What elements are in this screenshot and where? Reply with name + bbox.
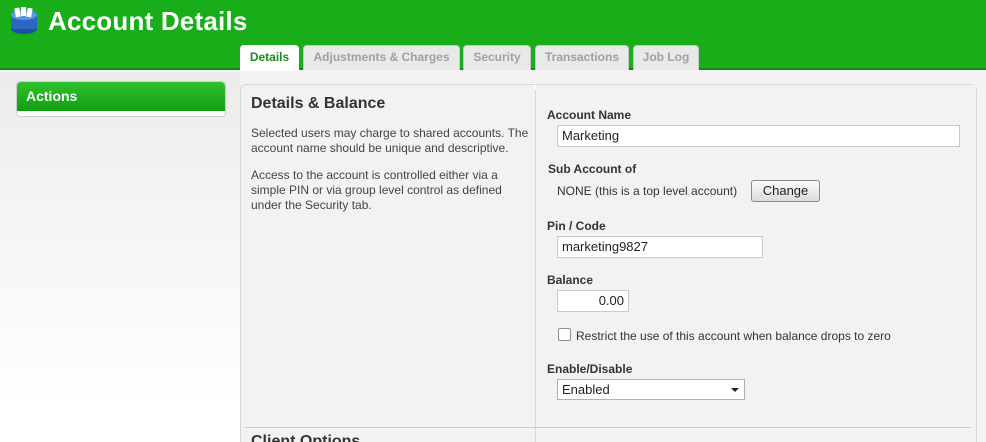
section-divider <box>245 427 971 428</box>
pin-code-label: Pin / Code <box>547 219 606 233</box>
tab-security[interactable]: Security <box>463 45 531 70</box>
tab-job-log[interactable]: Job Log <box>633 45 699 70</box>
sidebar <box>0 72 240 442</box>
balance-label: Balance <box>547 273 594 287</box>
enable-disable-label: Enable/Disable <box>547 362 633 376</box>
app-logo-icon <box>11 7 37 34</box>
tab-adjustments-charges[interactable]: Adjustments & Charges <box>303 45 460 70</box>
actions-heading: Actions <box>17 82 225 111</box>
change-button[interactable]: Change <box>751 180 820 202</box>
tab-transactions[interactable]: Transactions <box>535 45 629 70</box>
balance-input[interactable]: 0.00 <box>557 290 629 312</box>
account-name-label: Account Name <box>547 108 632 122</box>
page-title: Account Details <box>48 6 248 36</box>
actions-panel: Actions <box>16 81 226 117</box>
pin-code-input[interactable]: marketing9827 <box>557 236 763 258</box>
account-name-input[interactable]: Marketing <box>557 125 960 147</box>
sub-account-label: Sub Account of <box>548 162 637 176</box>
description-text-1: Selected users may charge to shared acco… <box>251 126 529 155</box>
restrict-balance-checkbox[interactable] <box>558 328 571 341</box>
section-title: Details & Balance <box>251 95 386 112</box>
dropdown-arrow-icon <box>731 388 739 392</box>
description-text-2: Access to the account is controlled eith… <box>251 168 502 212</box>
enable-disable-selected: Enabled <box>562 382 610 397</box>
client-options-title: Client Options <box>251 433 361 442</box>
sub-account-value: NONE (this is a top level account) <box>557 184 738 198</box>
restrict-balance-label: Restrict the use of this account when ba… <box>576 329 891 343</box>
enable-disable-select[interactable]: Enabled <box>557 379 745 400</box>
column-divider <box>535 90 536 442</box>
tab-details[interactable]: Details <box>240 45 299 71</box>
